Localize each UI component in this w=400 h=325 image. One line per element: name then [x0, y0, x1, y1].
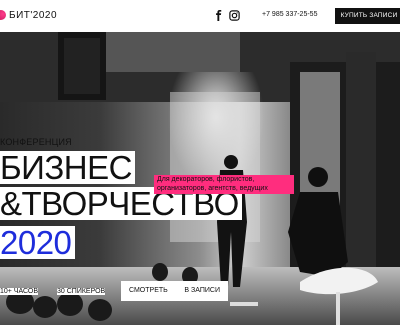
- logo-text[interactable]: БИТ'2020: [9, 10, 57, 21]
- hero-title-year: 2020: [0, 226, 76, 259]
- hero-kicker: КОНФЕРЕНЦИЯ: [0, 137, 72, 147]
- stat-hours: 10+ ЧАСОВ: [0, 288, 39, 295]
- buy-recordings-button[interactable]: КУПИТЬ ЗАПИСИ: [335, 8, 400, 24]
- logo-mark-icon[interactable]: [0, 10, 6, 20]
- phone-link[interactable]: +7 985 337-25-55: [262, 11, 317, 18]
- audience-note: Для декораторов, флористов, организаторо…: [154, 175, 294, 194]
- site-header: БИТ'2020 +7 985 337-25-55 КУПИТЬ ЗАПИСИ: [0, 0, 400, 32]
- cta-label-left: СМОТРЕТЬ: [129, 287, 168, 294]
- watch-recordings-button[interactable]: СМОТРЕТЬ В ЗАПИСИ: [121, 281, 228, 301]
- hero-title-line-1: БИЗНЕС: [0, 151, 135, 184]
- facebook-icon[interactable]: [213, 10, 224, 21]
- cta-label-right: В ЗАПИСИ: [184, 287, 220, 294]
- stat-speakers: 30 СПИКЕРОВ: [57, 288, 106, 295]
- instagram-icon[interactable]: [229, 10, 240, 21]
